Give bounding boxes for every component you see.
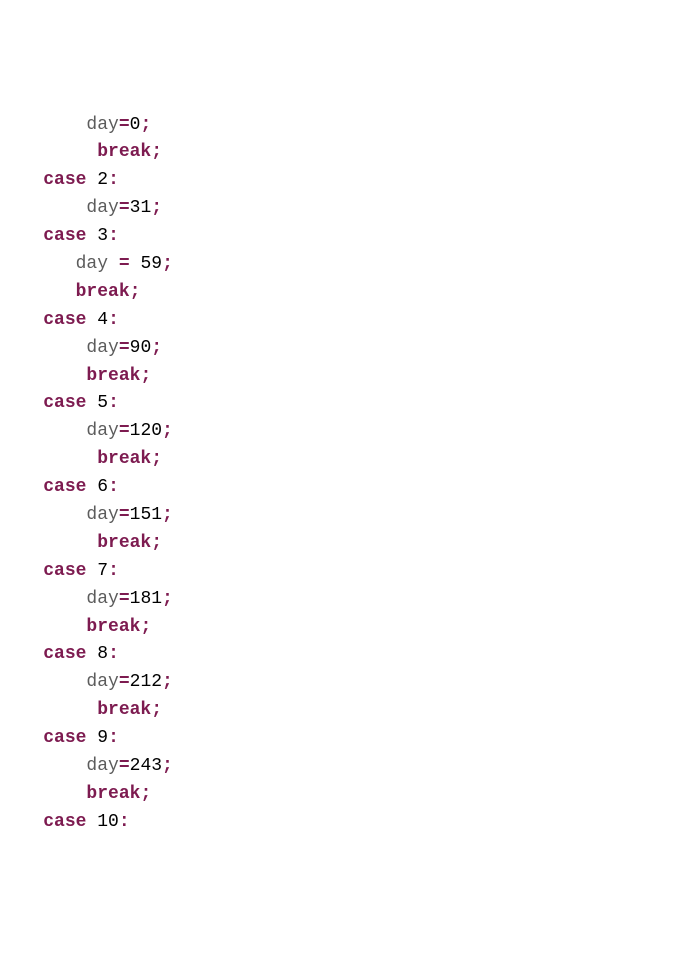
line: case 6: (0, 477, 119, 497)
identifier-day: day (86, 672, 118, 692)
identifier-day: day (86, 589, 118, 609)
number-literal: 181 (130, 589, 162, 609)
number-literal: 6 (97, 477, 108, 497)
keyword-break: break (97, 533, 151, 553)
keyword-break: break (97, 142, 151, 162)
keyword-break: break (86, 366, 140, 386)
keyword-case: case (43, 477, 86, 497)
number-literal: 212 (130, 672, 162, 692)
number-literal: 10 (97, 812, 119, 832)
line: case 8: (0, 644, 119, 664)
keyword-break: break (86, 784, 140, 804)
number-literal: 59 (140, 254, 162, 274)
line: break; (0, 142, 162, 162)
line: day=212; (0, 672, 173, 692)
line: day = 59; (0, 254, 173, 274)
keyword-case: case (43, 393, 86, 413)
line: case 3: (0, 226, 119, 246)
number-literal: 5 (97, 393, 108, 413)
number-literal: 151 (130, 505, 162, 525)
line: day=181; (0, 589, 173, 609)
line: day=120; (0, 421, 173, 441)
line: case 2: (0, 170, 119, 190)
number-literal: 9 (97, 728, 108, 748)
number-literal: 8 (97, 644, 108, 664)
line: day=0; (0, 115, 151, 135)
line: case 9: (0, 728, 119, 748)
number-literal: 3 (97, 226, 108, 246)
identifier-day: day (86, 198, 118, 218)
line: break; (0, 282, 140, 302)
keyword-break: break (86, 617, 140, 637)
keyword-case: case (43, 310, 86, 330)
number-literal: 0 (130, 115, 141, 135)
line: case 10: (0, 812, 130, 832)
line: case 5: (0, 393, 119, 413)
keyword-break: break (97, 449, 151, 469)
keyword-break: break (76, 282, 130, 302)
identifier-day: day (86, 115, 118, 135)
number-literal: 7 (97, 561, 108, 581)
keyword-case: case (43, 728, 86, 748)
number-literal: 120 (130, 421, 162, 441)
number-literal: 2 (97, 170, 108, 190)
number-literal: 31 (130, 198, 152, 218)
line: break; (0, 700, 162, 720)
line: break; (0, 617, 151, 637)
number-literal: 90 (130, 338, 152, 358)
identifier-day: day (86, 756, 118, 776)
line: break; (0, 533, 162, 553)
line: case 4: (0, 310, 119, 330)
line: break; (0, 784, 151, 804)
keyword-case: case (43, 644, 86, 664)
line: break; (0, 366, 151, 386)
line: day=90; (0, 338, 162, 358)
keyword-break: break (97, 700, 151, 720)
line: day=243; (0, 756, 173, 776)
line: break; (0, 449, 162, 469)
number-literal: 243 (130, 756, 162, 776)
line: case 7: (0, 561, 119, 581)
keyword-case: case (43, 561, 86, 581)
keyword-case: case (43, 170, 86, 190)
code-block: day=0; break; case 2: day=31; case 3: da… (0, 112, 676, 837)
identifier-day: day (86, 505, 118, 525)
identifier-day: day (76, 254, 108, 274)
identifier-day: day (86, 421, 118, 441)
line: day=31; (0, 198, 162, 218)
line: day=151; (0, 505, 173, 525)
identifier-day: day (86, 338, 118, 358)
keyword-case: case (43, 812, 86, 832)
number-literal: 4 (97, 310, 108, 330)
keyword-case: case (43, 226, 86, 246)
